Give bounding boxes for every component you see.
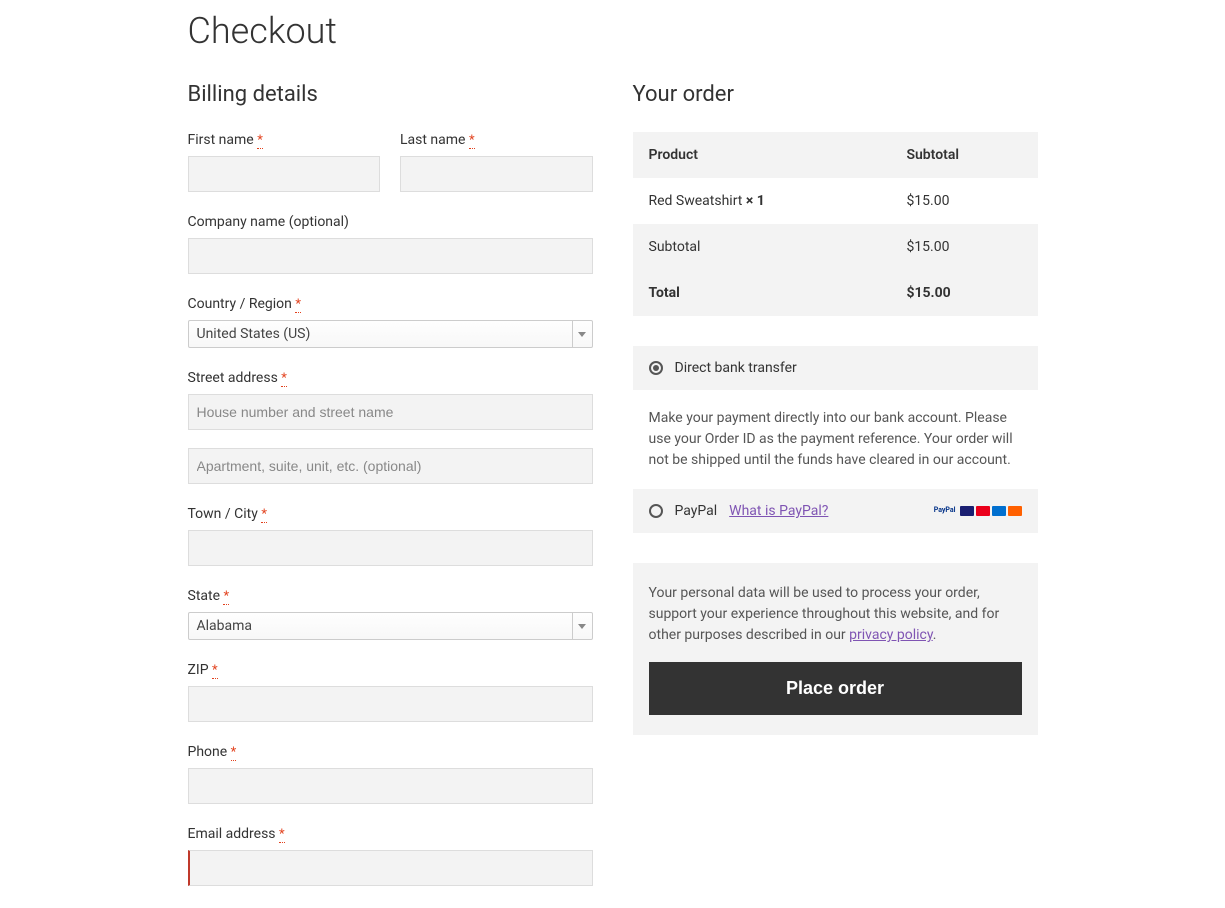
paypal-icon: PayPal: [934, 506, 956, 516]
radio-icon: [649, 504, 663, 518]
zip-input[interactable]: [188, 686, 593, 722]
subtotal-value: $15.00: [890, 224, 1037, 270]
required-icon: *: [231, 745, 237, 761]
phone-label: Phone *: [188, 744, 593, 760]
total-row: Total $15.00: [633, 270, 1038, 316]
chevron-down-icon: [572, 321, 592, 347]
chevron-down-icon: [572, 613, 592, 639]
payment-paypal[interactable]: PayPal What is PayPal? PayPal: [633, 489, 1038, 533]
city-input[interactable]: [188, 530, 593, 566]
price-cell: $15.00: [890, 178, 1037, 224]
email-label: Email address *: [188, 826, 593, 842]
table-row: Red Sweatshirt × 1 $15.00: [633, 178, 1038, 224]
company-label: Company name (optional): [188, 214, 593, 230]
discover-icon: [1008, 506, 1022, 516]
required-icon: *: [281, 371, 287, 387]
country-label: Country / Region *: [188, 296, 593, 312]
order-title: Your order: [633, 82, 1038, 107]
street-address-2-input[interactable]: [188, 448, 593, 484]
required-icon: *: [257, 133, 263, 149]
product-header: Product: [633, 132, 891, 178]
privacy-policy-link[interactable]: privacy policy: [849, 627, 933, 643]
payment-direct-description: Make your payment directly into our bank…: [633, 390, 1038, 489]
first-name-input[interactable]: [188, 156, 381, 192]
visa-icon: [960, 506, 974, 516]
privacy-notice: Your personal data will be used to proce…: [649, 583, 1022, 646]
place-order-button[interactable]: Place order: [649, 662, 1022, 715]
total-value: $15.00: [890, 270, 1037, 316]
email-input[interactable]: [188, 850, 593, 886]
payment-paypal-label: PayPal: [675, 503, 718, 519]
payment-direct-transfer[interactable]: Direct bank transfer: [633, 346, 1038, 390]
country-select-value: United States (US): [197, 326, 311, 342]
street-address-1-input[interactable]: [188, 394, 593, 430]
subtotal-row: Subtotal $15.00: [633, 224, 1038, 270]
payment-direct-label: Direct bank transfer: [675, 360, 797, 376]
product-cell: Red Sweatshirt × 1: [633, 178, 891, 224]
payment-card-logos: PayPal: [934, 506, 1022, 516]
phone-input[interactable]: [188, 768, 593, 804]
subtotal-header: Subtotal: [890, 132, 1037, 178]
street-label: Street address *: [188, 370, 593, 386]
what-is-paypal-link[interactable]: What is PayPal?: [729, 503, 828, 519]
required-icon: *: [223, 589, 229, 605]
mastercard-icon: [976, 506, 990, 516]
page-title: Checkout: [188, 10, 1038, 52]
total-label: Total: [633, 270, 891, 316]
billing-title: Billing details: [188, 82, 593, 107]
subtotal-label: Subtotal: [633, 224, 891, 270]
last-name-input[interactable]: [400, 156, 593, 192]
amex-icon: [992, 506, 1006, 516]
required-icon: *: [295, 297, 301, 313]
required-icon: *: [279, 827, 285, 843]
city-label: Town / City *: [188, 506, 593, 522]
company-input[interactable]: [188, 238, 593, 274]
required-icon: *: [469, 133, 475, 149]
required-icon: *: [261, 507, 267, 523]
country-select[interactable]: United States (US): [188, 320, 593, 348]
state-label: State *: [188, 588, 593, 604]
zip-label: ZIP *: [188, 662, 593, 678]
state-select-value: Alabama: [197, 618, 253, 634]
order-summary-table: Product Subtotal Red Sweatshirt × 1 $15.…: [633, 132, 1038, 316]
last-name-label: Last name *: [400, 132, 593, 148]
state-select[interactable]: Alabama: [188, 612, 593, 640]
first-name-label: First name *: [188, 132, 381, 148]
radio-icon: [649, 361, 663, 375]
required-icon: *: [212, 663, 218, 679]
